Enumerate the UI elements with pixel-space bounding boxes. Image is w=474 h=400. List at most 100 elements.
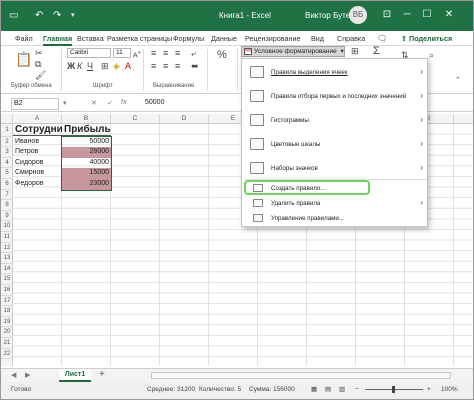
conditional-formatting-button[interactable]: Условное форматирование ▾ [241, 46, 345, 57]
page-break-view-icon[interactable]: ▥ [339, 382, 345, 397]
tab-home[interactable]: Главная [43, 31, 73, 46]
format-painter-icon[interactable]: 🖌 [35, 70, 46, 80]
align-left-icon[interactable]: ≡ [151, 61, 156, 71]
zoom-slider-thumb[interactable] [392, 386, 395, 393]
insert-cells-icon[interactable]: ⊞ [351, 46, 359, 56]
enter-icon[interactable]: ✓ [107, 99, 113, 107]
menu-item-data-bars[interactable]: Гистограммы › [242, 109, 429, 131]
employee-cell[interactable]: Сидоров [13, 158, 62, 169]
align-center-icon[interactable]: ≡ [163, 61, 168, 71]
copy-icon[interactable]: ⧉ [35, 59, 41, 69]
insert-function-icon[interactable]: fx [121, 99, 126, 106]
employee-cell[interactable]: Смирнов [13, 168, 62, 179]
close-icon[interactable]: ✕ [441, 9, 457, 21]
fill-color-icon[interactable]: ◈ [113, 61, 120, 71]
employee-cell[interactable]: Федоров [13, 179, 62, 190]
undo-icon[interactable]: ↶ [35, 10, 43, 22]
column-header[interactable]: B [62, 114, 111, 124]
tab-help[interactable]: Справка [337, 31, 365, 46]
bold-icon[interactable]: Ж [67, 61, 75, 71]
row-header[interactable]: 6 [1, 179, 13, 190]
avatar[interactable]: ВБ [349, 6, 367, 24]
employee-cell[interactable]: Петров [13, 147, 62, 158]
employee-cell[interactable]: Иванов [13, 137, 62, 148]
row-header[interactable]: 18 [1, 306, 13, 317]
zoom-in-icon[interactable]: + [427, 382, 431, 397]
normal-view-icon[interactable]: ▦ [311, 382, 317, 397]
row-header[interactable]: 13 [1, 253, 13, 264]
tab-review[interactable]: Рецензирование [245, 31, 301, 46]
comments-icon[interactable]: 🗨 [377, 31, 387, 46]
row-header[interactable]: 5 [1, 168, 13, 179]
column-header[interactable]: A [13, 114, 62, 124]
column-header[interactable]: D [160, 114, 209, 124]
row-header[interactable]: 20 [1, 327, 13, 338]
menu-item-highlight-rules[interactable]: Правила выделения ячеек › [242, 63, 429, 83]
zoom-out-icon[interactable]: − [355, 382, 359, 397]
menu-item-top-bottom[interactable]: Правила отбора первых и последних значен… [242, 85, 429, 107]
row-header[interactable]: 9 [1, 211, 13, 222]
autosum-icon[interactable]: Σ [373, 46, 380, 57]
wrap-text-icon[interactable]: ⤶ [191, 48, 196, 58]
maximize-icon[interactable]: ☐ [419, 9, 435, 21]
merge-icon[interactable]: ⬌ [191, 61, 199, 71]
cancel-icon[interactable]: ✕ [91, 99, 97, 107]
tab-insert[interactable]: Вставка [77, 31, 104, 46]
add-sheet-icon[interactable]: + [99, 369, 105, 381]
zoom-level[interactable]: 100% [441, 382, 458, 397]
row-header[interactable]: 8 [1, 200, 13, 211]
find-select-icon[interactable]: ⌕ [429, 50, 434, 60]
share-button[interactable]: ⇧ Поделиться [401, 33, 452, 45]
table-header-cell[interactable]: Сотрудник [13, 124, 62, 136]
collapse-ribbon-icon[interactable]: ⌃ [455, 76, 461, 86]
menu-item-clear-rules[interactable]: Удалить правила › [242, 197, 429, 210]
grow-font-icon[interactable]: A+ [133, 48, 141, 61]
select-all-corner[interactable] [1, 114, 13, 124]
page-layout-view-icon[interactable]: ▤ [325, 382, 331, 397]
customize-toolbar-icon[interactable]: ▾ [71, 10, 75, 22]
align-right-icon[interactable]: ≡ [175, 61, 180, 71]
row-header[interactable]: 1 [1, 124, 13, 137]
row-header[interactable]: 19 [1, 317, 13, 328]
row-header[interactable]: 11 [1, 232, 13, 243]
column-header[interactable]: C [111, 114, 160, 124]
name-box-chevron-icon[interactable]: ▾ [63, 99, 67, 107]
tab-view[interactable]: Вид [311, 31, 324, 46]
borders-icon[interactable]: ⊞ [101, 61, 109, 71]
underline-icon[interactable]: Ч [87, 61, 93, 71]
font-size-select[interactable]: 11 [113, 48, 131, 58]
row-header[interactable]: 2 [1, 137, 13, 148]
row-header[interactable]: 4 [1, 158, 13, 169]
font-color-icon[interactable]: A [125, 61, 131, 71]
row-header[interactable]: 17 [1, 296, 13, 307]
sheet-tab[interactable]: Лист1 [59, 369, 91, 382]
table-header-cell[interactable]: Прибыль [62, 124, 111, 136]
scroll-left-icon[interactable]: ◀ [11, 371, 16, 379]
row-header[interactable]: 7 [1, 190, 13, 201]
number-format-icon[interactable]: % [217, 50, 227, 61]
menu-item-color-scales[interactable]: Цветовые шкалы › [242, 133, 429, 155]
row-header[interactable]: 14 [1, 264, 13, 275]
align-top-icon[interactable]: ≡ [151, 48, 156, 58]
row-header[interactable]: 21 [1, 338, 13, 349]
tab-page-layout[interactable]: Разметка страницы [107, 31, 172, 46]
autosave-icon[interactable]: ▭ [9, 10, 18, 22]
italic-icon[interactable]: К [77, 61, 82, 71]
paste-icon[interactable]: 📋 [15, 52, 32, 66]
scroll-right-icon[interactable]: ▶ [25, 371, 30, 379]
row-header[interactable]: 15 [1, 274, 13, 285]
tab-formulas[interactable]: Формулы [173, 31, 204, 46]
ribbon-options-icon[interactable]: ⊡ [379, 9, 395, 21]
tab-data[interactable]: Данные [211, 31, 237, 46]
align-middle-icon[interactable]: ≡ [163, 48, 168, 58]
menu-item-manage-rules[interactable]: Управление правилами... [242, 212, 429, 225]
row-header[interactable]: 3 [1, 147, 13, 158]
redo-icon[interactable]: ↷ [53, 10, 61, 22]
menu-item-icon-sets[interactable]: Наборы значков › [242, 157, 429, 179]
tab-file[interactable]: Файл [15, 31, 33, 46]
row-header[interactable]: 12 [1, 243, 13, 254]
name-box[interactable]: B2 [11, 98, 59, 110]
align-bottom-icon[interactable]: ≡ [175, 48, 180, 58]
row-header[interactable]: 22 [1, 349, 13, 360]
horizontal-scrollbar[interactable] [151, 372, 451, 379]
